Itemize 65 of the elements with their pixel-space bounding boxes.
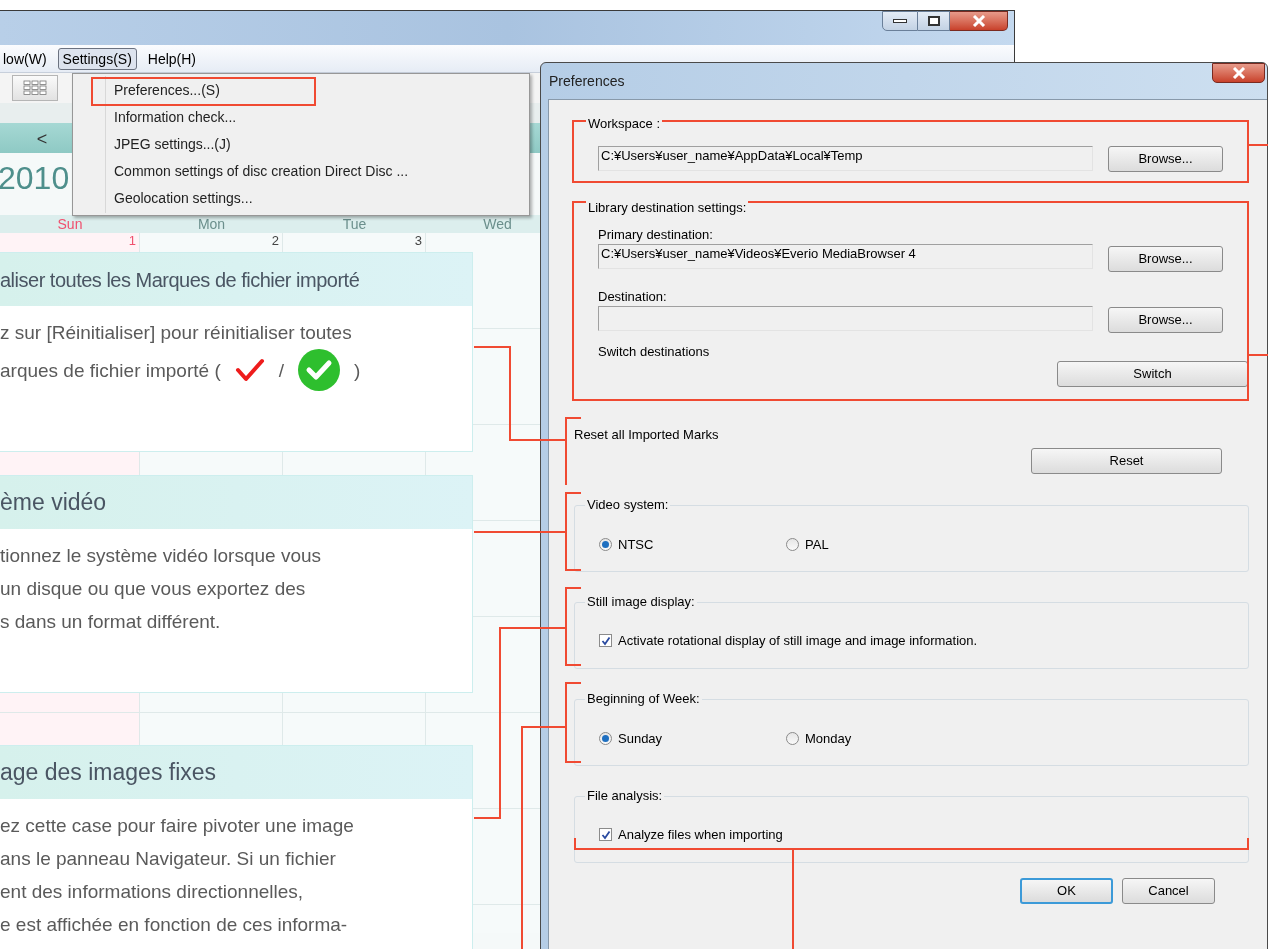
note-text: s dans un format différent. [0,610,222,634]
checkbox-label: Activate rotational display of still image and image information. [618,632,978,650]
group-label: Library destination settings: [586,199,749,217]
checkbox[interactable] [599,634,612,648]
note-text: tionnez le système vidéo lorsque vous [0,544,323,568]
check-icon [234,358,265,382]
menu-item[interactable]: Common settings of disc creation Direct Disc ... [73,158,529,185]
check-circle-icon [298,349,340,391]
path-field[interactable] [598,306,1093,331]
menu-bar-item[interactable]: Help(H) [142,47,202,70]
field-label: Destination: [598,288,668,306]
checkbox-label: Analyze files when importing [618,826,783,844]
dialog-button[interactable]: Browse... [1108,246,1223,272]
menu-item[interactable]: Geolocation settings... [73,185,529,212]
note-text: un disque ou que vous exportez des [0,577,307,601]
radio-button[interactable] [599,732,612,746]
menu-item[interactable]: JPEG settings...(J) [73,131,529,158]
date-number: 2 [271,233,279,248]
leader-line [1247,144,1268,146]
date-number: 3 [414,233,422,248]
close-icon[interactable] [1212,63,1265,83]
previous-button[interactable]: < [24,126,60,150]
menu-bar-item[interactable]: low(W) [0,47,52,70]
note-text: ent des informations directionnelles, [0,880,305,904]
leader-line [1247,354,1268,356]
grid-view-icon[interactable] [12,75,58,101]
note-text: / [278,358,284,383]
year-label: 2010 [0,159,70,195]
note-heading: ème vidéo [0,476,472,529]
dialog-button[interactable]: Cancel [1122,878,1215,904]
maximize-icon[interactable] [918,11,950,31]
radio-label: NTSC [618,536,654,554]
note-text: ans le panneau Navigateur. Si un fichier [0,847,337,871]
dialog-button[interactable]: Switch [1057,361,1248,387]
section-label: Reset all Imported Marks [574,426,720,444]
radio-button[interactable] [599,538,612,552]
path-field[interactable]: C:¥Users¥user_name¥Videos¥Everio MediaBrowser 4 [598,244,1093,269]
field-label: Primary destination: [598,226,714,244]
dialog-button[interactable]: Browse... [1108,307,1223,333]
radio-label: Sunday [618,730,663,748]
close-icon[interactable] [950,11,1008,31]
note-text: ) [354,358,361,383]
radio-button[interactable] [786,538,799,552]
note-text: e est affichée en fonction de ces informa- [0,913,349,937]
date-number: 1 [128,233,136,248]
note-text: ez cette case pour faire pivoter une image [0,814,355,838]
menu-bar-item[interactable]: Settings(S) [57,47,137,70]
note-heading: age des images fixes [0,746,472,799]
note-text: arques de fichier importé ( [0,358,221,383]
checkbox[interactable] [599,828,612,842]
dialog-button[interactable]: OK [1020,878,1113,904]
field-label: Switch destinations [598,343,711,361]
menu-item[interactable]: Preferences...(S) [73,77,529,104]
note-text: z sur [Réinitialiser] pour réinitialiser toutes [0,321,353,345]
note-heading: aliser toutes les Marques de fichier importé [0,253,472,306]
dialog-button[interactable]: Browse... [1108,146,1223,172]
radio-label: Monday [805,730,852,748]
menu-item[interactable]: Information check... [73,104,529,131]
dialog-button[interactable]: Reset [1031,448,1222,474]
dialog-title: Preferences [549,71,625,91]
radio-button[interactable] [786,732,799,746]
path-field[interactable]: C:¥Users¥user_name¥AppData¥Local¥Temp [598,146,1093,171]
minimize-icon[interactable] [882,11,918,31]
weekday-header: Sun [0,215,140,233]
radio-label: PAL [805,536,829,554]
